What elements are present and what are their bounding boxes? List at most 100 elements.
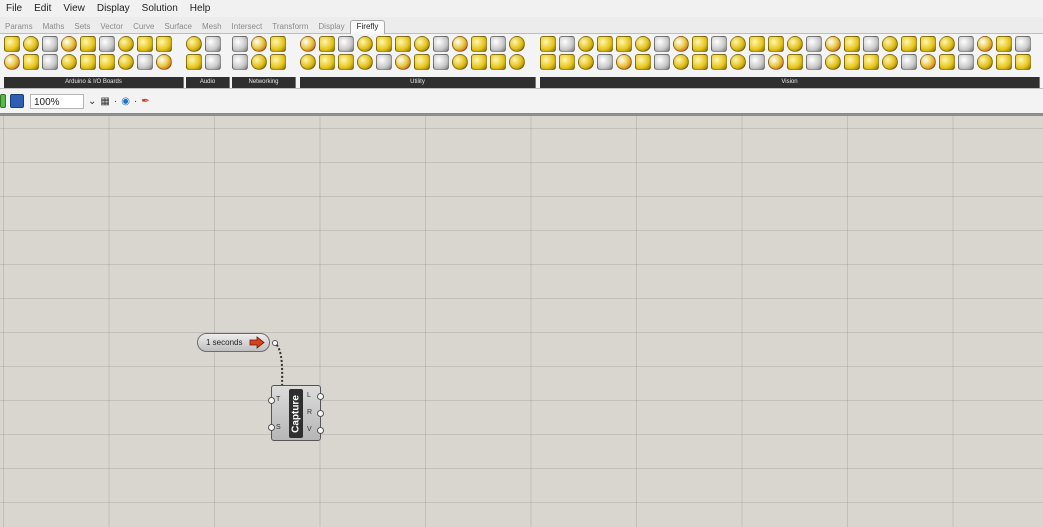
input-grip-t[interactable] xyxy=(268,397,275,404)
ribbon-component-icon[interactable] xyxy=(376,36,392,52)
ribbon-component-icon[interactable] xyxy=(654,54,670,70)
output-grip-l[interactable] xyxy=(317,393,324,400)
ribbon-component-icon[interactable] xyxy=(939,54,955,70)
ribbon-component-icon[interactable] xyxy=(559,36,575,52)
ribbon-component-icon[interactable] xyxy=(156,54,172,70)
ribbon-component-icon[interactable] xyxy=(61,36,77,52)
ribbon-component-icon[interactable] xyxy=(996,36,1012,52)
ribbon-component-icon[interactable] xyxy=(825,36,841,52)
ribbon-component-icon[interactable] xyxy=(578,54,594,70)
ribbon-component-icon[interactable] xyxy=(901,36,917,52)
ribbon-component-icon[interactable] xyxy=(137,54,153,70)
ribbon-component-icon[interactable] xyxy=(433,36,449,52)
menu-solution[interactable]: Solution xyxy=(136,3,184,14)
save-icon[interactable] xyxy=(10,94,24,108)
ribbon-component-icon[interactable] xyxy=(452,54,468,70)
ribbon-component-icon[interactable] xyxy=(137,36,153,52)
ribbon-component-icon[interactable] xyxy=(711,54,727,70)
zoom-extents-icon[interactable]: ▦ xyxy=(100,96,109,107)
ribbon-component-icon[interactable] xyxy=(232,36,248,52)
ribbon-component-icon[interactable] xyxy=(597,54,613,70)
ribbon-component-icon[interactable] xyxy=(300,54,316,70)
tab-sets[interactable]: Sets xyxy=(69,22,95,33)
ribbon-component-icon[interactable] xyxy=(920,54,936,70)
new-document-icon[interactable] xyxy=(0,94,6,108)
ribbon-component-icon[interactable] xyxy=(338,36,354,52)
ribbon-component-icon[interactable] xyxy=(42,54,58,70)
ribbon-component-icon[interactable] xyxy=(433,54,449,70)
ribbon-component-icon[interactable] xyxy=(1015,54,1031,70)
ribbon-component-icon[interactable] xyxy=(270,36,286,52)
tab-firefly[interactable]: Firefly xyxy=(349,20,386,34)
timer-component[interactable]: 1 seconds xyxy=(197,333,270,352)
ribbon-component-icon[interactable] xyxy=(395,54,411,70)
ribbon-component-icon[interactable] xyxy=(787,54,803,70)
tab-surface[interactable]: Surface xyxy=(159,22,197,33)
ribbon-component-icon[interactable] xyxy=(490,36,506,52)
ribbon-component-icon[interactable] xyxy=(920,36,936,52)
zoom-level-field[interactable]: 100% xyxy=(30,93,84,109)
ribbon-component-icon[interactable] xyxy=(540,54,556,70)
ribbon-component-icon[interactable] xyxy=(730,36,746,52)
menu-view[interactable]: View xyxy=(57,3,91,14)
tab-vector[interactable]: Vector xyxy=(95,22,128,33)
ribbon-component-icon[interactable] xyxy=(300,36,316,52)
tab-maths[interactable]: Maths xyxy=(38,22,70,33)
ribbon-component-icon[interactable] xyxy=(730,54,746,70)
ribbon-component-icon[interactable] xyxy=(559,54,575,70)
ribbon-component-icon[interactable] xyxy=(42,36,58,52)
ribbon-component-icon[interactable] xyxy=(901,54,917,70)
ribbon-component-icon[interactable] xyxy=(673,54,689,70)
ribbon-component-icon[interactable] xyxy=(251,54,267,70)
ribbon-component-icon[interactable] xyxy=(977,54,993,70)
ribbon-component-icon[interactable] xyxy=(118,36,134,52)
ribbon-component-icon[interactable] xyxy=(232,54,248,70)
ribbon-component-icon[interactable] xyxy=(270,54,286,70)
ribbon-component-icon[interactable] xyxy=(996,54,1012,70)
tab-mesh[interactable]: Mesh xyxy=(197,22,227,33)
input-grip-s[interactable] xyxy=(268,424,275,431)
ribbon-component-icon[interactable] xyxy=(844,36,860,52)
ribbon-component-icon[interactable] xyxy=(205,54,221,70)
ribbon-component-icon[interactable] xyxy=(635,36,651,52)
ribbon-component-icon[interactable] xyxy=(319,54,335,70)
ribbon-component-icon[interactable] xyxy=(882,54,898,70)
tab-display[interactable]: Display xyxy=(313,22,349,33)
ribbon-component-icon[interactable] xyxy=(825,54,841,70)
ribbon-component-icon[interactable] xyxy=(490,54,506,70)
menu-edit[interactable]: Edit xyxy=(28,3,57,14)
capture-component[interactable]: T S Capture L R V xyxy=(268,385,324,441)
menu-help[interactable]: Help xyxy=(184,3,217,14)
ribbon-component-icon[interactable] xyxy=(635,54,651,70)
ribbon-component-icon[interactable] xyxy=(4,54,20,70)
ribbon-component-icon[interactable] xyxy=(376,54,392,70)
ribbon-component-icon[interactable] xyxy=(1015,36,1031,52)
ribbon-component-icon[interactable] xyxy=(863,36,879,52)
timer-output-grip[interactable] xyxy=(272,340,278,346)
ribbon-component-icon[interactable] xyxy=(23,54,39,70)
ribbon-component-icon[interactable] xyxy=(186,54,202,70)
ribbon-component-icon[interactable] xyxy=(654,36,670,52)
ribbon-component-icon[interactable] xyxy=(61,54,77,70)
ribbon-component-icon[interactable] xyxy=(616,36,632,52)
output-grip-v[interactable] xyxy=(317,427,324,434)
tab-intersect[interactable]: Intersect xyxy=(227,22,268,33)
ribbon-component-icon[interactable] xyxy=(578,36,594,52)
chevron-down-icon[interactable]: · xyxy=(134,96,137,107)
ribbon-component-icon[interactable] xyxy=(806,54,822,70)
chevron-down-icon[interactable]: · xyxy=(114,96,117,107)
tab-transform[interactable]: Transform xyxy=(267,22,313,33)
ribbon-component-icon[interactable] xyxy=(939,36,955,52)
ribbon-component-icon[interactable] xyxy=(186,36,202,52)
ribbon-component-icon[interactable] xyxy=(452,36,468,52)
ribbon-component-icon[interactable] xyxy=(357,36,373,52)
ribbon-component-icon[interactable] xyxy=(471,54,487,70)
ribbon-component-icon[interactable] xyxy=(616,54,632,70)
ribbon-component-icon[interactable] xyxy=(4,36,20,52)
ribbon-component-icon[interactable] xyxy=(414,36,430,52)
ribbon-component-icon[interactable] xyxy=(118,54,134,70)
ribbon-component-icon[interactable] xyxy=(768,54,784,70)
grasshopper-canvas[interactable] xyxy=(0,116,1043,527)
ribbon-component-icon[interactable] xyxy=(357,54,373,70)
ribbon-component-icon[interactable] xyxy=(711,36,727,52)
